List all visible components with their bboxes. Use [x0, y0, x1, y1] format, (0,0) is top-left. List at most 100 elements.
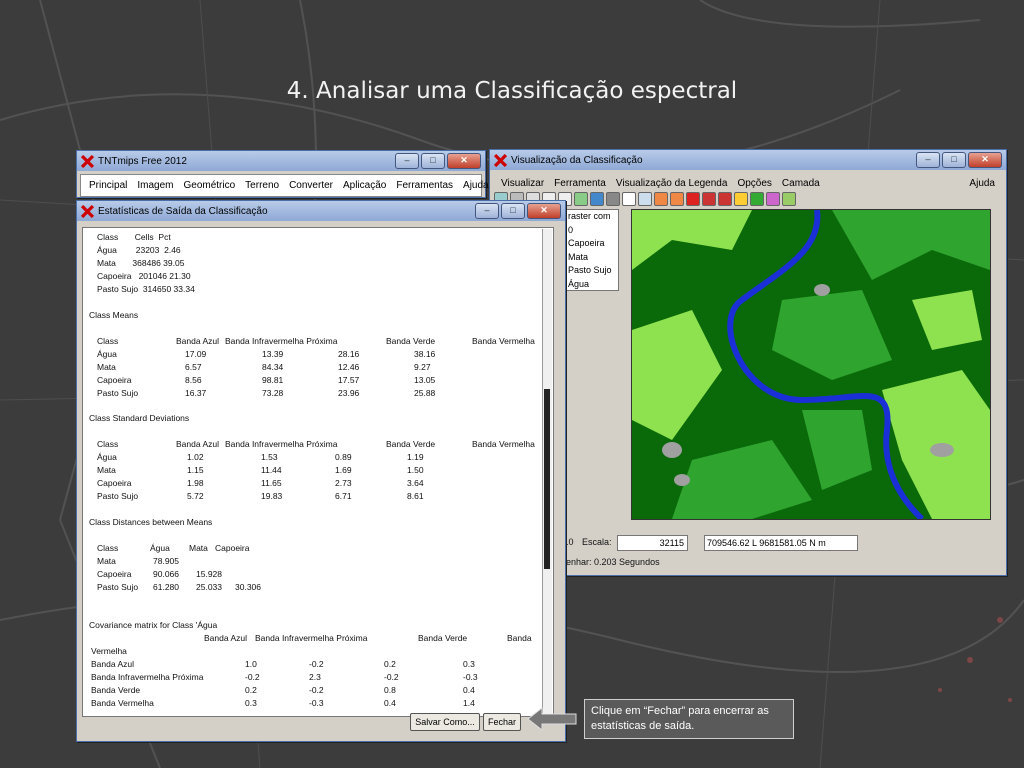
means-cell: 6.57 — [185, 362, 202, 372]
sd-cell: 11.65 — [261, 478, 282, 488]
sd-cell: 0.89 — [335, 452, 352, 462]
counts-header: Class Cells Pct — [97, 232, 171, 242]
dist-cell: Capoeira — [97, 569, 132, 579]
tool-measure-icon[interactable] — [638, 192, 652, 206]
scale-label: Escala: — [582, 537, 612, 547]
sd-cell: 5.72 — [187, 491, 204, 501]
pointer-arrow-icon — [527, 706, 577, 732]
minimize-button[interactable]: – — [395, 153, 419, 169]
tool-fit-icon[interactable] — [574, 192, 588, 206]
cov-title: Covariance matrix for Class 'Água — [89, 620, 218, 630]
sd-cell: 1.53 — [261, 452, 278, 462]
means-header-verde: Banda Verde — [386, 336, 436, 346]
sd-header-class: Class — [97, 439, 119, 449]
classification-map[interactable] — [631, 209, 991, 520]
maximize-button[interactable]: □ — [501, 203, 525, 219]
means-cell: 13.39 — [262, 349, 284, 359]
legend-item-mata: Mata — [568, 251, 589, 262]
means-cell: 17.09 — [185, 349, 207, 359]
menu-ajuda[interactable]: Ajuda — [463, 180, 489, 191]
cov-cell: 1.4 — [463, 698, 475, 708]
tool-redraw-icon[interactable] — [718, 192, 732, 206]
menu-ferramentas[interactable]: Ferramentas — [396, 180, 453, 191]
tntmips-logo-icon — [494, 153, 507, 167]
means-header-vermelha: Banda Vermelha — [472, 336, 535, 346]
cov-cell: 0.3 — [245, 698, 257, 708]
sd-cell: 1.50 — [407, 465, 424, 475]
means-header-azul: Banda Azul — [176, 336, 220, 346]
tool-pointer-icon[interactable] — [734, 192, 748, 206]
menu-geometrico[interactable]: Geométrico — [183, 180, 235, 191]
legend-item: 0 — [568, 224, 574, 235]
menu-opcoes[interactable]: Opções — [737, 178, 771, 189]
tool-back-icon[interactable] — [654, 192, 668, 206]
save-as-button[interactable]: Salvar Como... — [410, 713, 480, 731]
menu-terreno[interactable]: Terreno — [245, 180, 279, 191]
dist-cell: 25.033 — [196, 582, 222, 592]
tool-globe-icon[interactable] — [590, 192, 604, 206]
cov-cell: Banda Azul — [91, 659, 135, 669]
cov-header-wrap: Vermelha — [91, 646, 127, 656]
cov-cell: 0.3 — [463, 659, 475, 669]
menu-ferramenta[interactable]: Ferramenta — [554, 178, 606, 189]
stats-window-titlebar[interactable]: Estatísticas de Saída da Classificação –… — [77, 201, 565, 221]
close-stats-button[interactable]: Fechar — [483, 713, 521, 731]
menu-aplicacao[interactable]: Aplicação — [343, 180, 386, 191]
means-cell: 16.37 — [185, 388, 207, 398]
main-window-titlebar[interactable]: TNTmips Free 2012 – □ ✕ — [77, 151, 485, 171]
menu-imagem[interactable]: Imagem — [137, 180, 173, 191]
cov-cell: 2.3 — [309, 672, 321, 682]
dist-cell: Pasto Sujo — [97, 582, 139, 592]
minimize-button[interactable]: – — [475, 203, 499, 219]
maximize-button[interactable]: □ — [421, 153, 445, 169]
legend-item-capoeira: Capoeira — [568, 238, 605, 248]
means-cell: 17.57 — [338, 375, 360, 385]
close-button[interactable]: ✕ — [527, 203, 561, 219]
scrollbar-thumb[interactable] — [544, 389, 550, 569]
viz-menubar: Visualizar Ferramenta Visualização da Le… — [493, 173, 1003, 194]
menu-principal[interactable]: Principal — [89, 180, 127, 191]
stats-scrollbar[interactable] — [542, 229, 552, 713]
tool-stop-icon[interactable] — [686, 192, 700, 206]
sd-header-nir: Banda Infravermelha Próxima — [225, 439, 338, 449]
scale-input[interactable]: 32115 — [617, 535, 688, 551]
legend-panel[interactable]: raster com 0 Capoeira Mata Pasto Sujo Ág… — [565, 209, 619, 291]
means-header-nir: Banda Infravermelha Próxima — [225, 336, 338, 346]
menu-camada[interactable]: Camada — [782, 178, 820, 189]
sd-cell: 2.73 — [335, 478, 352, 488]
close-button[interactable]: ✕ — [968, 152, 1002, 168]
maximize-button[interactable]: □ — [942, 152, 966, 168]
sd-cell: 1.98 — [187, 478, 204, 488]
sd-cell: Mata — [97, 465, 116, 475]
minimize-button[interactable]: – — [916, 152, 940, 168]
tool-palette-icon[interactable] — [782, 192, 796, 206]
menu-converter[interactable]: Converter — [289, 180, 333, 191]
cov-cell: -0.3 — [309, 698, 324, 708]
means-header-class: Class — [97, 336, 119, 346]
cov-header-vermelha: Banda — [507, 633, 532, 643]
menu-ajuda[interactable]: Ajuda — [969, 178, 995, 189]
close-button[interactable]: ✕ — [447, 153, 481, 169]
viz-window-titlebar[interactable]: Visualização da Classificação – □ ✕ — [490, 150, 1006, 170]
menu-visualizar[interactable]: Visualizar — [501, 178, 544, 189]
tool-layer-icon[interactable] — [750, 192, 764, 206]
tool-search-icon[interactable] — [702, 192, 716, 206]
sd-cell: 1.15 — [187, 465, 204, 475]
cov-cell: 0.4 — [384, 698, 396, 708]
stats-text-area[interactable]: Class Cells Pct Água 23203 2.46 Mata 368… — [82, 227, 554, 717]
sd-cell: Água — [97, 452, 117, 462]
means-cell: Capoeira — [97, 375, 132, 385]
means-title: Class Means — [89, 310, 139, 320]
dist-header-mata: Mata — [189, 543, 208, 553]
tool-forward-icon[interactable] — [670, 192, 684, 206]
main-window: TNTmips Free 2012 – □ ✕ Principal Imagem… — [76, 150, 489, 198]
dist-header-class: Class — [97, 543, 119, 553]
tool-legend-icon[interactable] — [766, 192, 780, 206]
sd-cell: 1.69 — [335, 465, 352, 475]
menu-visualizacao-legenda[interactable]: Visualização da Legenda — [616, 178, 728, 189]
cov-cell: 0.8 — [384, 685, 396, 695]
tool-camera-icon[interactable] — [606, 192, 620, 206]
viz-window-title: Visualização da Classificação — [511, 154, 643, 166]
tool-info-icon[interactable] — [622, 192, 636, 206]
dist-header-capoeira: Capoeira — [215, 543, 250, 553]
